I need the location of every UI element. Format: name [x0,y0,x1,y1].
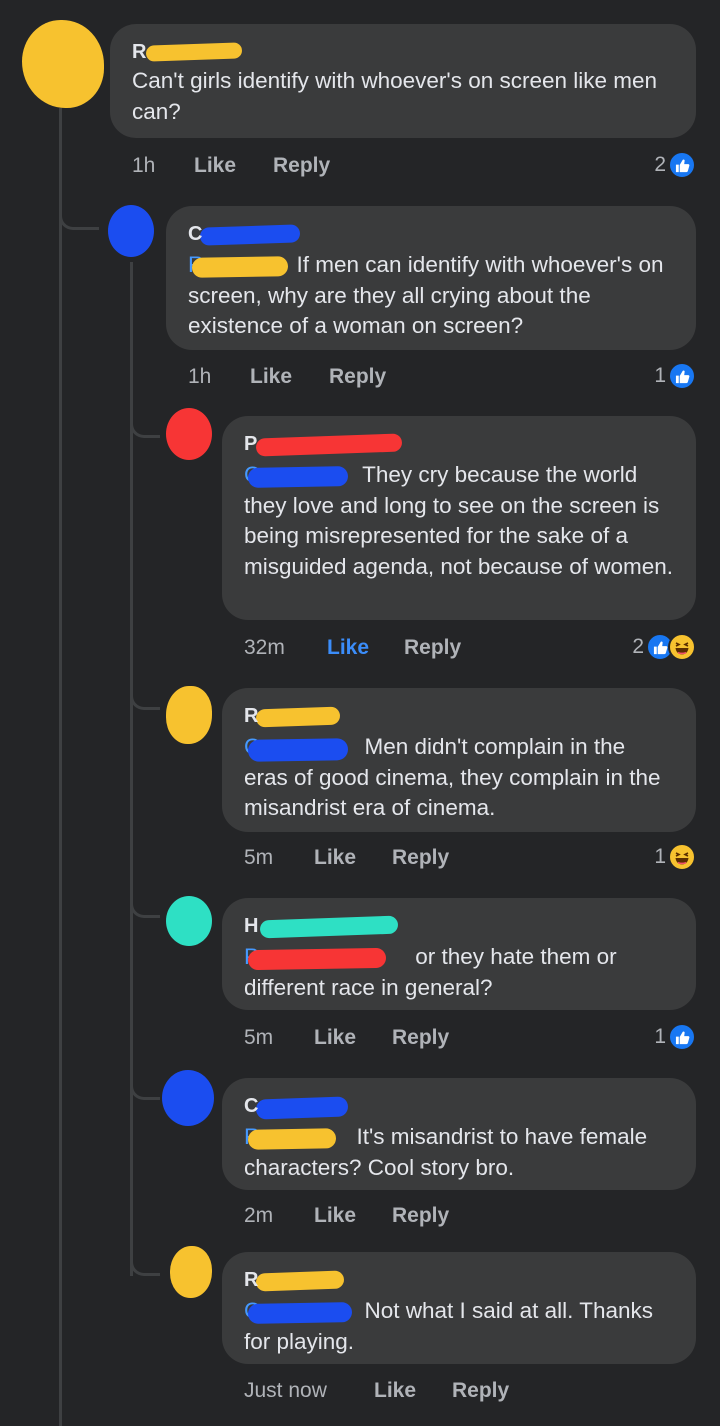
avatar[interactable] [162,1070,214,1126]
reply-button[interactable]: Reply [273,151,330,181]
thread-connector [59,200,99,230]
comment-author[interactable]: R [244,702,674,730]
like-button[interactable]: Like [314,843,356,873]
comment-author[interactable]: C [244,1092,674,1120]
reply-button[interactable]: Reply [452,1376,509,1406]
reaction-count: 2 [632,635,644,658]
mention-tag[interactable]: C [244,1296,358,1327]
comment-meta: Just now Like Reply [244,1376,644,1406]
reaction-summary[interactable]: 2 [632,632,696,662]
reply-button[interactable]: Reply [329,362,386,392]
reply-button[interactable]: Reply [404,633,461,663]
redaction-scribble [255,1270,345,1292]
comment-meta: 5m Like Reply [244,843,644,873]
haha-emoji-icon [668,843,696,871]
redaction-scribble [255,433,403,457]
thread-connector [130,1074,160,1100]
avatar[interactable] [170,1246,212,1298]
redaction-scribble [247,738,349,762]
comment-text: C Not what I said at all. Thanks for pla… [244,1296,653,1354]
comment-text: R It's misandrist to have female charact… [244,1122,648,1180]
haha-emoji-icon [668,633,696,661]
thumbs-up-icon [668,1023,696,1051]
thread-connector [130,892,160,918]
reaction-summary[interactable]: 1 [654,1022,696,1052]
comment-author[interactable]: C [188,220,674,248]
redaction-scribble [259,915,399,939]
redaction-scribble [247,1302,353,1324]
comment-meta: 5m Like Reply [244,1023,644,1053]
like-button[interactable]: Like [314,1201,356,1231]
timestamp: 1h [188,365,212,388]
timestamp: 5m [244,846,274,869]
thread-connector [130,684,160,710]
comment-text: C Men didn't complain in the eras of goo… [244,732,661,820]
comment-author[interactable]: R [132,38,674,66]
thread-line-main [59,108,62,1426]
reply-button[interactable]: Reply [392,1023,449,1053]
comment-meta: 32m Like Reply [244,633,644,663]
comment-text: P or they hate them or different race in… [244,942,617,1000]
reaction-count: 1 [654,845,666,868]
redaction-scribble [199,224,301,246]
avatar[interactable] [166,896,212,946]
reply-button[interactable]: Reply [392,1201,449,1231]
reaction-count: 1 [654,1025,666,1048]
reply-button[interactable]: Reply [392,843,449,873]
comment-meta: 1h Like Reply [188,362,588,392]
redaction-scribble [191,256,289,278]
redaction-scribble [255,706,341,728]
comment-author[interactable]: H [244,912,674,940]
comment-bubble: R C Men didn't complain in the eras of g… [222,688,696,832]
redaction-scribble [255,1096,349,1120]
comment-bubble: C R It's misandrist to have female chara… [222,1078,696,1190]
thread-connector [130,1248,160,1276]
mention-tag[interactable]: C [244,732,358,763]
mention-tag[interactable]: C [244,460,356,491]
timestamp: 5m [244,1026,274,1049]
comment-author[interactable]: R [244,1266,674,1294]
redaction-scribble [247,947,387,971]
like-button[interactable]: Like [374,1376,416,1406]
reaction-summary[interactable]: 2 [654,150,696,180]
redaction-scribble [247,466,349,488]
comment-bubble: R Can't girls identify with whoever's on… [110,24,696,138]
comment-bubble: H P or they hate them or different race … [222,898,696,1010]
redaction-scribble [145,42,243,62]
avatar[interactable] [22,20,104,108]
thumbs-up-icon [668,362,696,390]
redaction-scribble [247,1128,337,1150]
like-button[interactable]: Like [327,633,369,663]
avatar[interactable] [108,205,154,257]
reaction-count: 2 [654,153,666,176]
like-button[interactable]: Like [250,362,292,392]
mention-tag[interactable]: R [244,1122,350,1153]
comment-bubble: C R If men can identify with whoever's o… [166,206,696,350]
thread-connector [130,412,160,438]
comment-text: Can't girls identify with whoever's on s… [132,68,658,124]
reaction-count: 1 [654,364,666,387]
avatar[interactable] [166,686,212,744]
comment-text: R If men can identify with whoever's on … [188,250,664,338]
timestamp: 1h [132,154,156,177]
timestamp: 2m [244,1204,274,1227]
timestamp: 32m [244,636,285,659]
reaction-summary[interactable]: 1 [654,361,696,391]
like-button[interactable]: Like [194,151,236,181]
avatar[interactable] [166,408,212,460]
mention-tag[interactable]: P [244,942,409,973]
comment-bubble: P C They cry because the world they love… [222,416,696,620]
mention-tag[interactable]: R [188,250,290,281]
thumbs-up-icon [668,151,696,179]
comment-author[interactable]: P [244,430,674,458]
comment-meta: 2m Like Reply [244,1201,644,1231]
like-button[interactable]: Like [314,1023,356,1053]
comment-bubble: R C Not what I said at all. Thanks for p… [222,1252,696,1364]
comment-meta: 1h Like Reply [132,151,532,181]
reaction-summary[interactable]: 1 [654,842,696,872]
comment-text: C They cry because the world they love a… [244,460,674,579]
timestamp: Just now [244,1379,327,1402]
